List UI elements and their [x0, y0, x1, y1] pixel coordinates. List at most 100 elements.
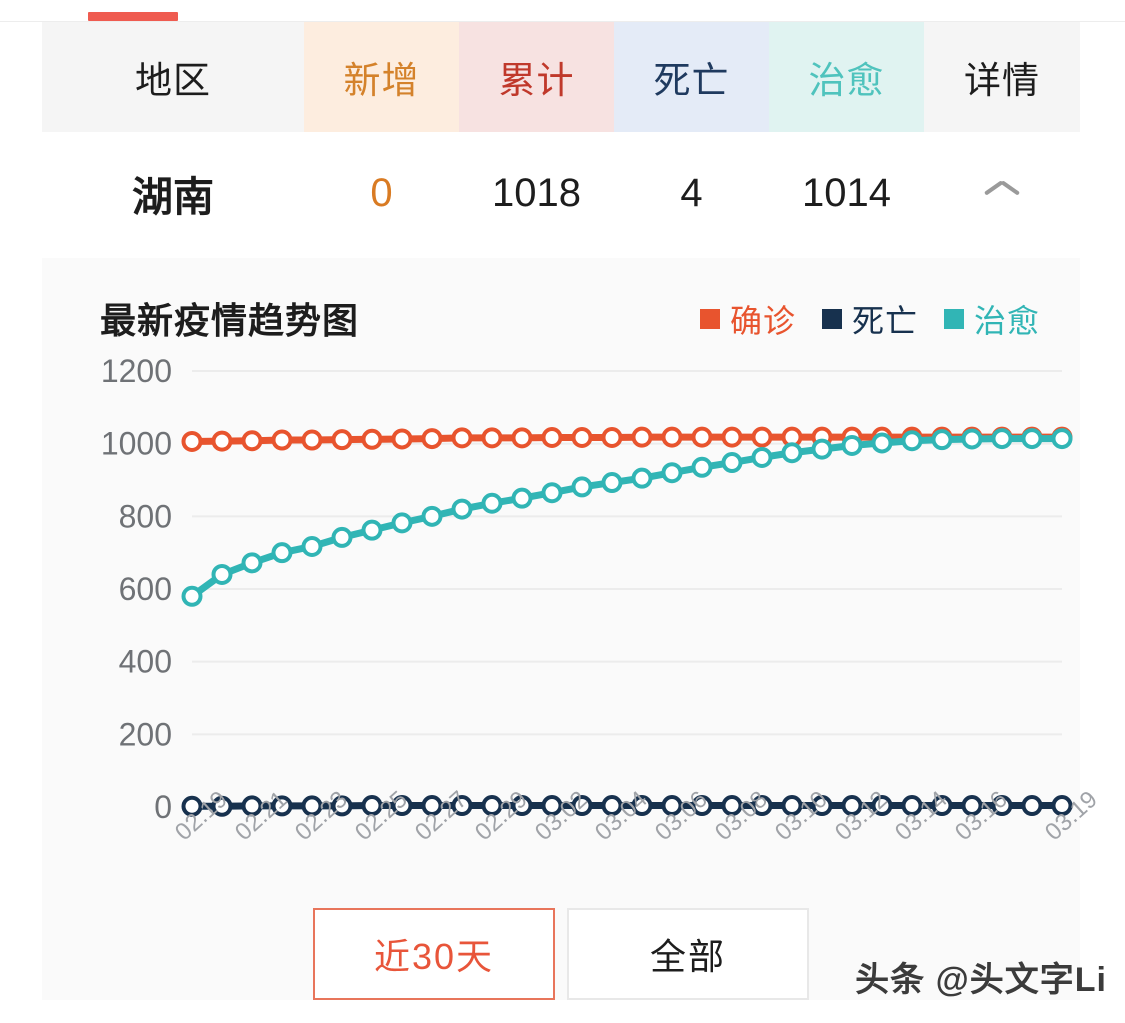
cell-region: 湖南: [42, 163, 304, 223]
data-point: [751, 446, 773, 468]
data-point: [511, 427, 533, 449]
column-header-detail[interactable]: 详情: [924, 22, 1080, 132]
legend-item-cured[interactable]: 治愈: [943, 296, 1040, 342]
data-point: [481, 427, 503, 449]
chart-title: 最新疫情趋势图: [100, 300, 360, 341]
active-tab-indicator: [88, 12, 178, 21]
data-point: [301, 429, 323, 451]
data-point: [1051, 428, 1073, 450]
column-header-region[interactable]: 地区: [42, 22, 304, 132]
data-point: [271, 429, 293, 451]
trend-line-chart: 020040060080010001200: [101, 353, 1073, 825]
range-button-all[interactable]: 全部: [567, 908, 809, 1000]
legend-label-cured: 治愈: [973, 303, 1040, 339]
legend-label-confirmed: 确诊: [729, 303, 796, 339]
data-point: [241, 430, 263, 452]
data-point: [601, 472, 623, 494]
data-point: [961, 428, 983, 450]
data-point: [721, 426, 743, 448]
chart-legend: 确诊 死亡 治愈: [699, 296, 1040, 342]
x-axis-labels: 02.19 02.21 02.23 02.25 02.27 02.29 03.02 03.04…: [42, 786, 1103, 908]
column-header-region-label: 地区: [135, 60, 211, 101]
column-header-new-label: 新增: [343, 60, 420, 101]
range-button-30days[interactable]: 近30天: [313, 908, 555, 1000]
data-point: [331, 429, 353, 451]
data-point: [541, 426, 563, 448]
data-point: [631, 426, 653, 448]
table-row[interactable]: 湖南 0 1018 4 1014: [42, 132, 1080, 254]
legend-swatch-death: [821, 309, 842, 329]
series-治愈: [181, 428, 1073, 607]
data-point: [931, 429, 953, 451]
data-point: [691, 456, 713, 478]
data-point: [271, 542, 293, 564]
data-point: [361, 428, 383, 450]
data-point: [661, 426, 683, 448]
y-axis-tick-1000: 1000: [101, 426, 172, 462]
range-button-30days-label: 近30天: [373, 936, 495, 977]
data-point: [1021, 428, 1043, 450]
legend-item-confirmed[interactable]: 确诊: [699, 296, 796, 342]
data-point: [691, 426, 713, 448]
column-header-total-label: 累计: [498, 60, 575, 101]
data-point: [571, 426, 593, 448]
data-point: [811, 438, 833, 460]
data-point: [181, 585, 203, 607]
data-point: [511, 487, 533, 509]
y-axis-tick-200: 200: [119, 716, 172, 752]
data-point: [901, 430, 923, 452]
death-count: 4: [680, 170, 703, 215]
data-point: [181, 430, 203, 452]
data-point: [451, 498, 473, 520]
data-point: [601, 426, 623, 448]
legend-swatch-cured: [943, 309, 964, 329]
region-name: 湖南: [132, 174, 214, 220]
data-point: [211, 563, 233, 585]
data-point: [871, 432, 893, 454]
legend-item-death[interactable]: 死亡: [821, 296, 918, 342]
watermark: 头条 @头文字Li: [855, 961, 1107, 999]
legend-swatch-confirmed: [699, 309, 720, 329]
range-button-all-label: 全部: [649, 936, 726, 977]
data-point: [541, 482, 563, 504]
data-point: [841, 434, 863, 456]
cell-detail[interactable]: [924, 184, 1080, 202]
data-point: [571, 476, 593, 498]
data-point: [331, 526, 353, 548]
data-point: [211, 430, 233, 452]
new-count: 0: [370, 170, 393, 215]
data-point: [661, 462, 683, 484]
data-point: [391, 512, 413, 534]
data-point: [751, 426, 773, 448]
trend-chart-card: 最新疫情趋势图 确诊 死亡 治愈 0 200 400 600 800 1000 1200 0…: [42, 258, 1103, 1000]
column-header-new[interactable]: 新增: [304, 22, 459, 132]
data-point: [1021, 795, 1043, 817]
y-axis-tick-600: 600: [119, 571, 172, 607]
cell-total: 1018: [459, 171, 614, 216]
column-header-death[interactable]: 死亡: [614, 22, 769, 132]
column-header-cured[interactable]: 治愈: [769, 22, 924, 132]
data-point: [721, 452, 743, 474]
y-axis-tick-1200: 1200: [101, 353, 172, 389]
cell-death: 4: [614, 171, 769, 216]
column-header-total[interactable]: 累计: [459, 22, 614, 132]
chevron-up-icon[interactable]: [985, 184, 1019, 202]
legend-label-death: 死亡: [851, 303, 918, 339]
data-point: [481, 492, 503, 514]
data-point: [781, 442, 803, 464]
data-point: [991, 428, 1013, 450]
column-header-detail-label: 详情: [964, 60, 1040, 101]
data-point: [301, 535, 323, 557]
data-point: [391, 428, 413, 450]
table-header: 地区 新增 累计 死亡 治愈 详情: [42, 22, 1080, 132]
y-axis-tick-400: 400: [119, 644, 172, 680]
data-point: [451, 427, 473, 449]
cured-count: 1014: [802, 170, 891, 215]
data-point: [241, 552, 263, 574]
data-point: [361, 519, 383, 541]
total-count: 1018: [492, 170, 581, 215]
y-axis-tick-800: 800: [119, 498, 172, 534]
cell-new: 0: [304, 171, 459, 216]
chart-plot-area: 0 200 400 600 800 1000 1200: [42, 353, 1080, 843]
data-point: [421, 505, 443, 527]
